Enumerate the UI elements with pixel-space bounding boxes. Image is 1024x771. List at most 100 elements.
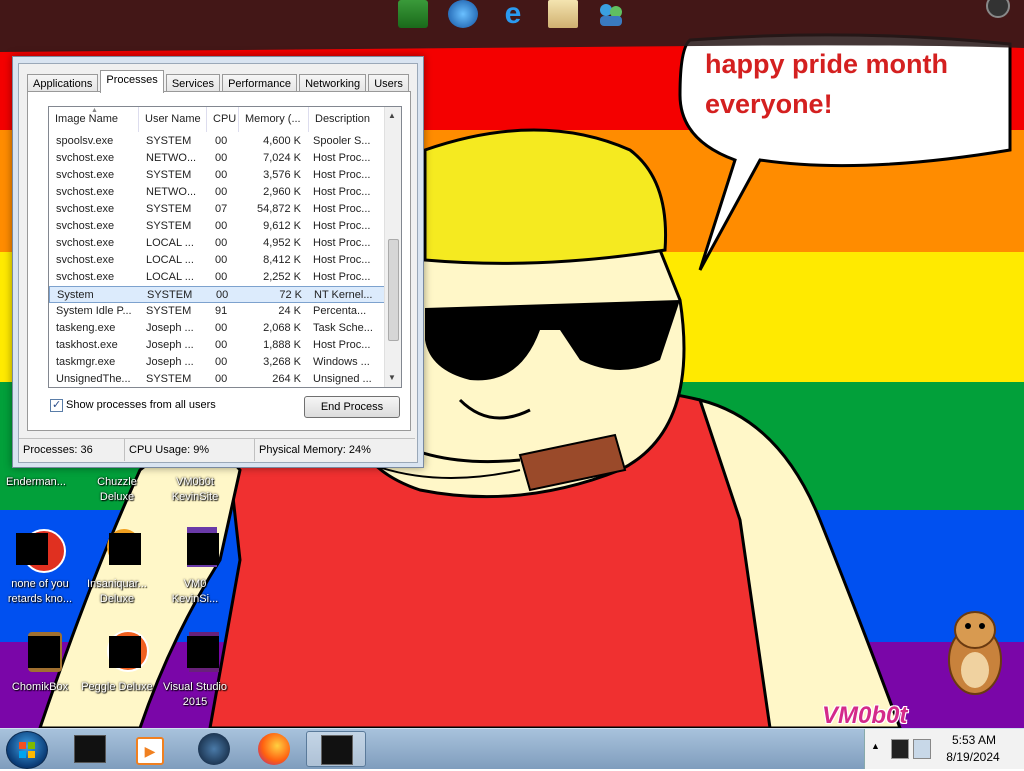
volume-icon[interactable] [913, 739, 931, 759]
process-cell-desc: Unsigned ... [313, 373, 372, 385]
table-row[interactable]: spoolsv.exe SYSTEM 00 4,600 K Spooler S... [49, 133, 389, 150]
end-process-button[interactable]: End Process [304, 396, 400, 418]
visual-studio-icon [171, 628, 219, 676]
scroll-up-arrow-icon[interactable]: ▲ [388, 111, 396, 120]
desktop-icon-label: Deluxe [99, 491, 135, 503]
desktop-icon-label: KevinSite [171, 491, 219, 503]
action-center-icon[interactable] [891, 739, 909, 759]
clock-date[interactable]: 8/19/2024 [940, 750, 1006, 764]
checkbox-checked-icon[interactable] [50, 397, 63, 413]
table-row[interactable]: System SYSTEM 00 72 K NT Kernel... [49, 286, 389, 303]
process-cell-desc: Host Proc... [313, 203, 371, 215]
table-row[interactable]: svchost.exe LOCAL ... 00 4,952 K Host Proc..… [49, 235, 389, 252]
taskbar-media-player-button[interactable]: ▶ [120, 731, 174, 767]
taskbar-task-manager-button[interactable] [306, 731, 366, 767]
taskbar-firefox-button[interactable] [246, 731, 300, 767]
process-cell-image: svchost.exe [56, 152, 115, 164]
firefox-icon [258, 733, 290, 765]
process-cell-user: Joseph ... [146, 322, 194, 334]
process-cell-user: NETWO... [146, 186, 197, 198]
chomikbox-icon [16, 628, 64, 676]
excel-icon[interactable] [398, 0, 428, 28]
table-row[interactable]: svchost.exe LOCAL ... 00 2,252 K Host Proc..… [49, 269, 389, 286]
process-list[interactable]: Image Name User Name CPU Memory (... Des… [48, 106, 402, 388]
table-row[interactable]: svchost.exe SYSTEM 00 9,612 K Host Proc... [49, 218, 389, 235]
status-cpu-usage: CPU Usage: 9% [125, 439, 255, 461]
scrollbar-thumb[interactable] [388, 239, 399, 341]
clock-time[interactable]: 5:53 AM [948, 733, 1000, 747]
desktop-icon-chuzzle[interactable]: Chuzzle Deluxe [77, 475, 157, 505]
process-cell-desc: Host Proc... [313, 169, 371, 181]
process-cell-cpu: 00 [215, 271, 228, 283]
internet-explorer-icon[interactable]: e [498, 0, 528, 29]
scroll-down-arrow-icon[interactable]: ▼ [388, 373, 396, 382]
desktop-icon-peggle[interactable]: Peggle Deluxe [77, 628, 157, 695]
desktop-icon-enderman[interactable]: Enderman... [0, 475, 76, 490]
taskbar-folder-button[interactable] [60, 731, 114, 767]
desktop-icon-label: Peggle Deluxe [81, 681, 153, 693]
tab-processes[interactable]: Processes [100, 70, 164, 93]
process-cell-desc: Host Proc... [313, 220, 371, 232]
process-cell-image: svchost.exe [56, 237, 115, 249]
process-cell-desc: Host Proc... [313, 237, 371, 249]
process-cell-desc: Host Proc... [313, 186, 371, 198]
process-cell-user: LOCAL ... [146, 254, 194, 266]
desktop-icon-insaniquarium[interactable]: Insaniquar... Deluxe [77, 525, 157, 607]
tab-strip: Applications Processes Services Performa… [27, 70, 409, 93]
process-cell-cpu: 91 [215, 305, 228, 317]
process-cell-mem: 2,068 K [263, 322, 301, 334]
table-row[interactable]: System Idle P... SYSTEM 91 24 K Percenta... [49, 303, 389, 320]
hamster-icon [948, 611, 1002, 695]
desktop-icon-label: Enderman... [6, 476, 66, 488]
process-cell-cpu: 00 [215, 322, 228, 334]
desktop-icon-label: none of you [11, 578, 69, 590]
column-header-description[interactable]: Description [309, 107, 389, 132]
network-globe-icon[interactable] [448, 0, 478, 28]
task-manager-client: Applications Processes Services Performa… [18, 63, 418, 463]
show-all-processes-checkbox[interactable]: Show processes from all users [50, 397, 216, 413]
table-row[interactable]: svchost.exe SYSTEM 07 54,872 K Host Proc... [49, 201, 389, 218]
process-list-header: Image Name User Name CPU Memory (... Des… [49, 107, 389, 133]
mail-icon[interactable] [548, 0, 578, 28]
processes-panel: Image Name User Name CPU Memory (... Des… [27, 91, 411, 431]
table-row[interactable]: UnsignedThe... SYSTEM 00 264 K Unsigned ... [49, 371, 389, 387]
process-cell-image: svchost.exe [56, 203, 115, 215]
process-cell-image: taskhost.exe [56, 339, 118, 351]
process-cell-user: SYSTEM [147, 289, 193, 301]
process-cell-mem: 2,960 K [263, 186, 301, 198]
process-list-scrollbar[interactable]: ▲ ▼ [384, 107, 401, 387]
process-cell-mem: 4,952 K [263, 237, 301, 249]
start-orb-icon[interactable] [6, 731, 48, 769]
process-cell-mem: 8,412 K [263, 254, 301, 266]
process-cell-image: UnsignedThe... [56, 373, 131, 385]
users-icon[interactable] [596, 0, 626, 28]
process-cell-user: LOCAL ... [146, 237, 194, 249]
column-header-user-name[interactable]: User Name [139, 107, 207, 132]
table-row[interactable]: svchost.exe NETWO... 00 2,960 K Host Proc... [49, 184, 389, 201]
table-row[interactable]: taskmgr.exe Joseph ... 00 3,268 K Windows ..… [49, 354, 389, 371]
process-cell-desc: NT Kernel... [314, 289, 373, 301]
table-row[interactable]: svchost.exe LOCAL ... 00 8,412 K Host Proc..… [49, 252, 389, 269]
table-row[interactable]: taskeng.exe Joseph ... 00 2,068 K Task Sche.… [49, 320, 389, 337]
show-hidden-icons-arrow-icon[interactable]: ▲ [871, 741, 880, 751]
peggle-icon [93, 628, 149, 676]
process-cell-desc: Host Proc... [313, 254, 371, 266]
desktop-icon-vm0-kevinsite[interactable]: VM0 KevinSi... [155, 525, 235, 607]
desktop-icon-visual-studio[interactable]: Visual Studio 2015 [155, 628, 235, 710]
column-header-memory[interactable]: Memory (... [239, 107, 309, 132]
process-cell-cpu: 00 [215, 237, 228, 249]
column-header-cpu[interactable]: CPU [207, 107, 239, 132]
process-cell-mem: 264 K [272, 373, 301, 385]
table-row[interactable]: svchost.exe SYSTEM 00 3,576 K Host Proc... [49, 167, 389, 184]
process-cell-image: svchost.exe [56, 220, 115, 232]
desktop-icon-chomikbox[interactable]: ChomikBox [0, 628, 80, 695]
desktop-icon-vm0b0t-kevinsite[interactable]: VM0b0t KevinSite [155, 475, 235, 505]
table-row[interactable]: svchost.exe NETWO... 00 7,024 K Host Proc... [49, 150, 389, 167]
desktop-icon-none-of-you[interactable]: none of you retards kno... [0, 525, 80, 607]
table-row[interactable]: taskhost.exe Joseph ... 00 1,888 K Host Proc… [49, 337, 389, 354]
desktop-icon-label: KevinSi... [171, 593, 219, 605]
process-cell-user: SYSTEM [146, 373, 192, 385]
process-cell-desc: Spooler S... [313, 135, 371, 147]
process-cell-mem: 54,872 K [256, 203, 301, 215]
taskbar-globe-button[interactable] [186, 731, 240, 767]
